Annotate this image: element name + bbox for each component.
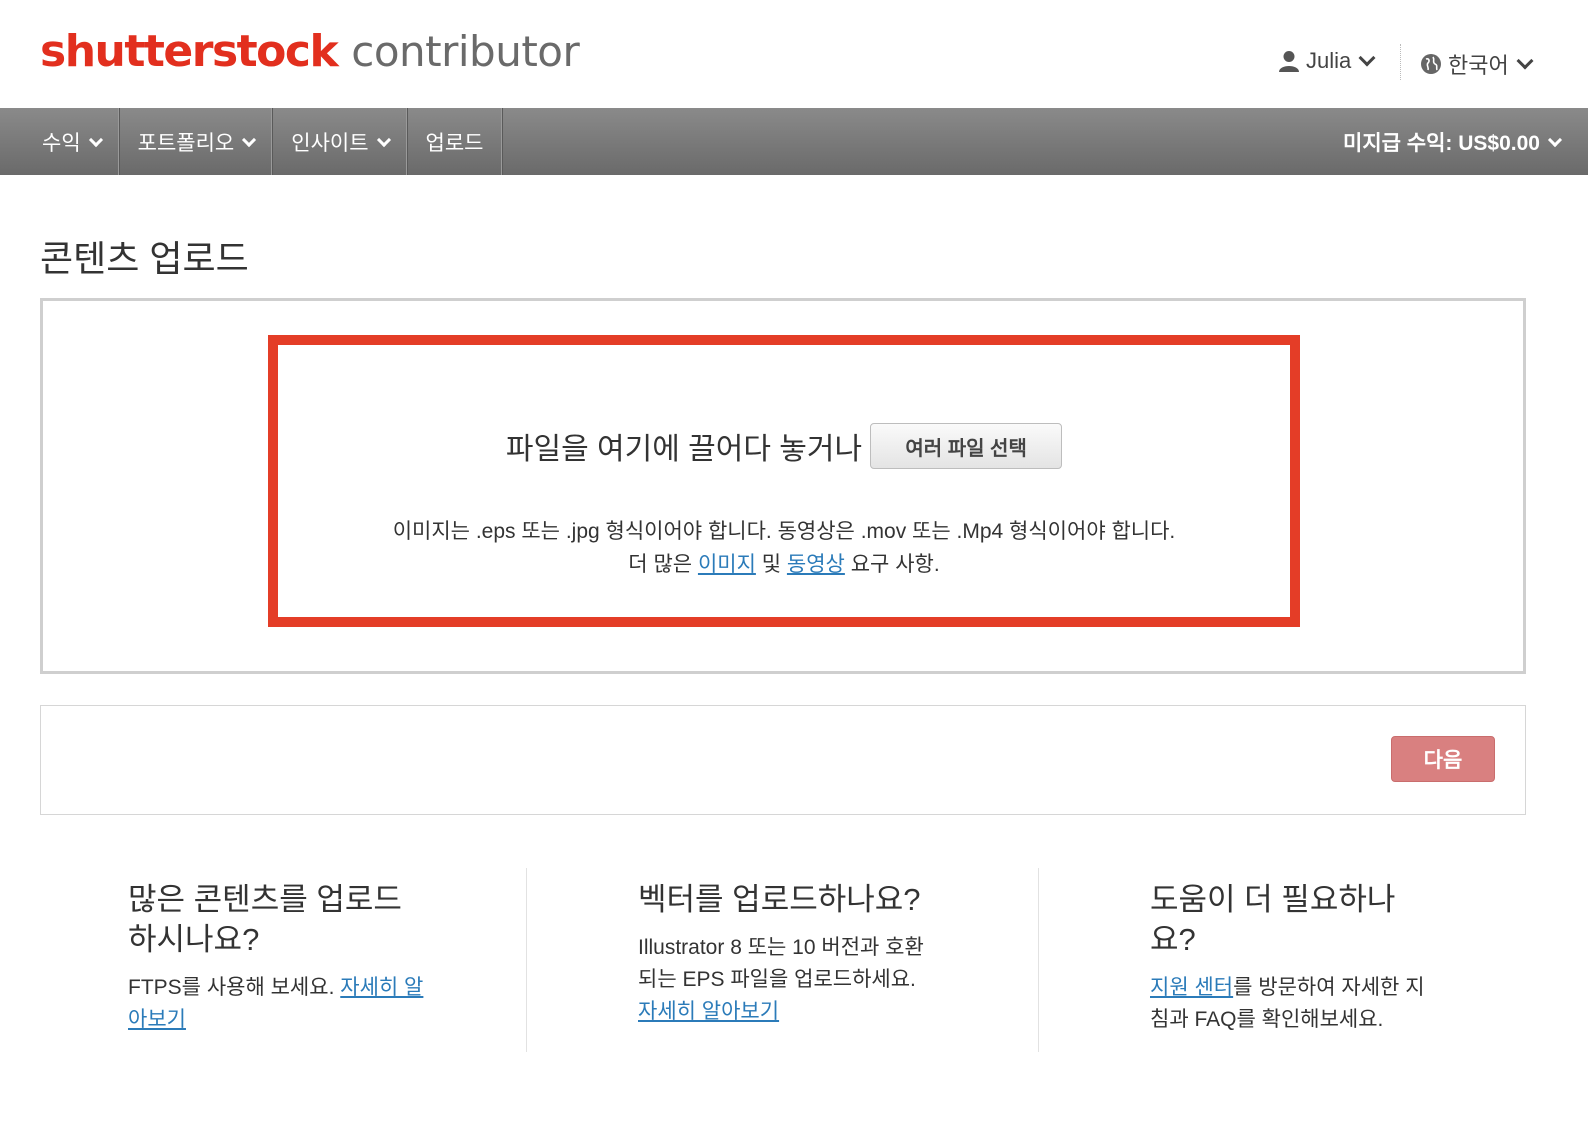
column-divider <box>526 868 527 1052</box>
image-requirements-link[interactable]: 이미지 <box>698 553 756 576</box>
main-nav: 수익 포트폴리오 인사이트 업로드 미지급 수익: US$0.00 <box>0 108 1588 175</box>
bulk-upload-desc: FTPS를 사용해 보세요. <box>128 976 335 999</box>
bulk-upload-title: 많은 콘텐츠를 업로드하시나요? <box>128 882 402 957</box>
help-info: 도움이 더 필요하나요? 지원 센터를 방문하여 자세한 지침과 FAQ를 확인… <box>1150 880 1440 1036</box>
actions-panel: 다음 <box>40 705 1526 815</box>
shutterstock-contributor-logo[interactable]: shutterstock contributor <box>40 26 580 77</box>
more-requirements: 더 많은 이미지 및 동영상 요구 사항. <box>278 548 1290 578</box>
chevron-down-icon <box>1547 132 1563 147</box>
user-icon <box>1279 51 1299 72</box>
file-drop-zone[interactable]: 파일을 여기에 끌어다 놓거나 여러 파일 선택 이미지는 .eps 또는 .j… <box>268 335 1300 627</box>
user-menu[interactable]: Julia <box>1278 48 1376 74</box>
more-suffix: 요구 사항. <box>850 553 940 576</box>
bulk-upload-info: 많은 콘텐츠를 업로드하시나요? FTPS를 사용해 보세요. 자세히 알아보기 <box>128 880 428 1036</box>
vector-upload-desc: Illustrator 8 또는 10 버전과 호환되는 EPS 파일을 업로드… <box>638 936 924 991</box>
support-center-link[interactable]: 지원 센터 <box>1150 976 1233 999</box>
vector-upload-info: 벡터를 업로드하나요? Illustrator 8 또는 10 버전과 호환되는… <box>638 880 928 1028</box>
help-title: 도움이 더 필요하나요? <box>1150 882 1396 957</box>
more-prefix: 더 많은 <box>628 553 693 576</box>
nav-item-label: 인사이트 <box>291 131 369 155</box>
help-text: 지원 센터를 방문하여 자세한 지침과 FAQ를 확인해보세요. <box>1150 972 1440 1036</box>
user-name: Julia <box>1306 48 1352 73</box>
nav-item-earnings[interactable]: 수익 <box>0 108 120 175</box>
upload-panel: 파일을 여기에 끌어다 놓거나 여러 파일 선택 이미지는 .eps 또는 .j… <box>40 298 1526 674</box>
nav-item-portfolio[interactable]: 포트폴리오 <box>120 108 274 175</box>
chevron-down-icon <box>1358 49 1376 67</box>
chevron-down-icon <box>1516 52 1534 70</box>
next-button[interactable]: 다음 <box>1391 736 1495 782</box>
unpaid-earnings-label: 미지급 수익: US$0.00 <box>1343 131 1540 155</box>
column-divider <box>1038 868 1039 1052</box>
chevron-down-icon <box>242 132 257 147</box>
nav-item-insights[interactable]: 인사이트 <box>273 108 408 175</box>
globe-icon <box>1421 54 1441 74</box>
logo-brand: shutterstock <box>40 26 339 77</box>
vector-upload-title: 벡터를 업로드하나요? <box>638 882 921 917</box>
chevron-down-icon <box>376 132 391 147</box>
page-title: 콘텐츠 업로드 <box>40 238 249 279</box>
language-menu[interactable]: 한국어 <box>1420 48 1534 80</box>
header-divider <box>1400 44 1401 80</box>
nav-item-label: 수익 <box>42 131 81 155</box>
bulk-upload-text: FTPS를 사용해 보세요. 자세히 알아보기 <box>128 972 428 1036</box>
vector-upload-text: Illustrator 8 또는 10 버전과 호환되는 EPS 파일을 업로드… <box>638 932 928 1028</box>
drop-row: 파일을 여기에 끌어다 놓거나 여러 파일 선택 <box>278 423 1290 469</box>
select-files-button[interactable]: 여러 파일 선택 <box>870 423 1063 469</box>
language-label: 한국어 <box>1448 53 1509 78</box>
and-word: 및 <box>761 553 782 576</box>
chevron-down-icon <box>88 132 103 147</box>
drop-text: 파일을 여기에 끌어다 놓거나 <box>505 433 863 466</box>
vector-learn-more-link[interactable]: 자세히 알아보기 <box>638 1000 779 1023</box>
video-requirements-link[interactable]: 동영상 <box>787 553 845 576</box>
nav-item-upload[interactable]: 업로드 <box>408 108 503 175</box>
unpaid-earnings-menu[interactable]: 미지급 수익: US$0.00 <box>1343 108 1563 175</box>
nav-item-label: 업로드 <box>425 131 484 155</box>
header: shutterstock contributor Julia 한국어 <box>0 0 1588 108</box>
format-requirements: 이미지는 .eps 또는 .jpg 형식이어야 합니다. 동영상은 .mov 또… <box>392 520 1176 543</box>
logo-sub: contributor <box>351 27 580 76</box>
nav-item-label: 포트폴리오 <box>137 131 235 155</box>
